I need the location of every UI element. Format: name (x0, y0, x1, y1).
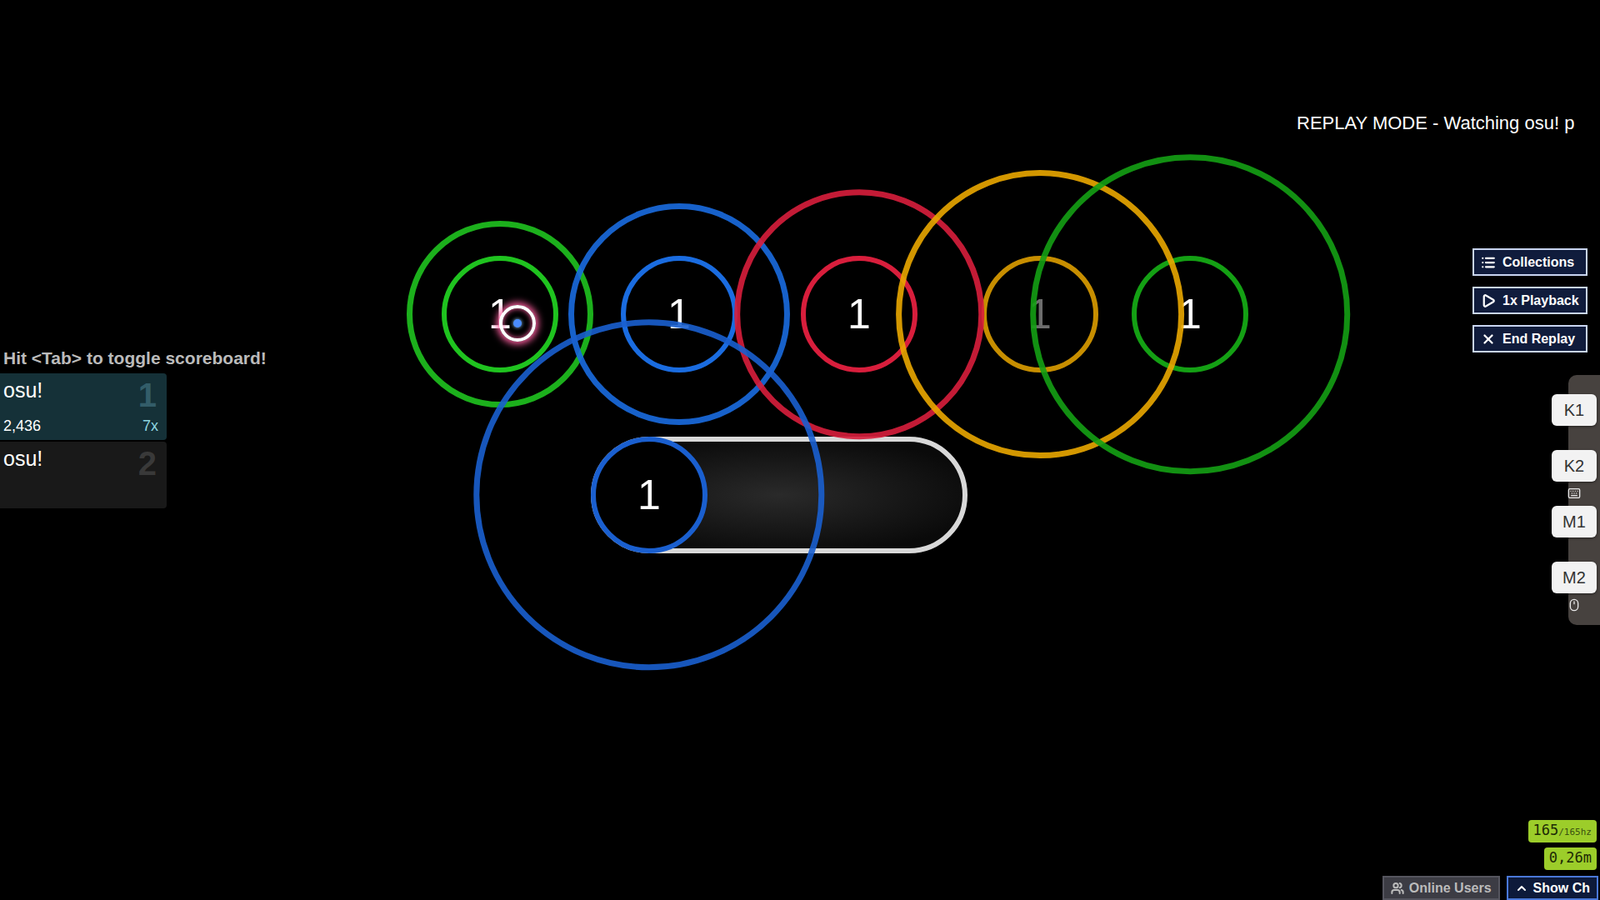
performance-counters: 165/165hz 0,26m (1528, 820, 1597, 870)
key-overlay: K1 K2 M1 M2 (1551, 394, 1597, 618)
bottom-button[interactable]: Show Ch (1506, 875, 1599, 900)
replay-button[interactable]: 1x Playback (1472, 286, 1588, 315)
replay-button[interactable]: Collections (1472, 248, 1588, 276)
replay-button[interactable]: End Replay (1472, 325, 1588, 353)
button-icon (1480, 255, 1496, 270)
key-slot: K2 (1551, 450, 1597, 506)
scoreboard: Hit <Tab> to toggle scoreboard!1osu!2,43… (0, 348, 167, 509)
entry-name: osu! (3, 378, 159, 403)
key-counter: K1 (1551, 394, 1597, 426)
approach-ring (895, 170, 1185, 459)
bottom-button[interactable]: Online Users (1382, 875, 1500, 900)
combo-number: 1 (667, 293, 691, 335)
combo-number: 1 (637, 474, 661, 516)
chevron-up-icon (1515, 881, 1529, 895)
cursor-dot (513, 319, 522, 328)
hit-circle-ring: 1 (1131, 255, 1249, 373)
approach-ring (1030, 154, 1350, 475)
hit-circle-ring: 1 (590, 436, 708, 554)
key-slot: M1 (1551, 505, 1597, 562)
mouse-icon (1567, 598, 1581, 612)
key-counter: K2 (1551, 450, 1597, 482)
keyboard-icon (1567, 486, 1581, 500)
scoreboard-hint: Hit <Tab> to toggle scoreboard! (0, 348, 167, 369)
entry-score: 2,436 (3, 417, 41, 435)
entry-name: osu! (3, 446, 159, 471)
key-counter: M2 (1551, 561, 1597, 594)
approach-ring (406, 220, 594, 408)
bottom-bar: Online UsersShow Ch (1382, 875, 1599, 900)
replay-controls: Collections 1x Playback End Replay (1472, 248, 1588, 353)
button-icon (1480, 293, 1496, 309)
cursor-icon (499, 305, 536, 342)
replay-banner: REPLAY MODE - Watching osu! p (1296, 112, 1575, 135)
combo-number: 1 (847, 293, 871, 335)
entry-stats: 2,436 7x (3, 417, 159, 435)
replay-screen: 111111REPLAY MODE - Watching osu! pHit <… (0, 0, 1600, 900)
hit-circle-ring: 1 (981, 255, 1099, 373)
key-slot: K1 (1551, 394, 1597, 450)
entry-rank: 1 (138, 376, 157, 415)
fps-counter: 165/165hz (1528, 820, 1597, 843)
entry-rank: 2 (138, 445, 157, 483)
hit-circle-ring: 1 (620, 255, 738, 373)
scoreboard-entry: 1osu! 2,436 7x (0, 373, 167, 440)
button-icon (1480, 331, 1496, 347)
approach-ring (734, 189, 985, 440)
latency-counter: 0,26m (1544, 847, 1597, 870)
hit-circle-ring: 1 (441, 255, 559, 373)
key-counter: M1 (1551, 505, 1597, 538)
entry-combo: 7x (142, 417, 159, 435)
approach-ring (568, 203, 790, 425)
approach-ring (473, 319, 825, 670)
key-slot: M2 (1551, 561, 1597, 618)
scoreboard-entry: 2osu! (0, 441, 167, 509)
users-icon (1390, 881, 1405, 895)
